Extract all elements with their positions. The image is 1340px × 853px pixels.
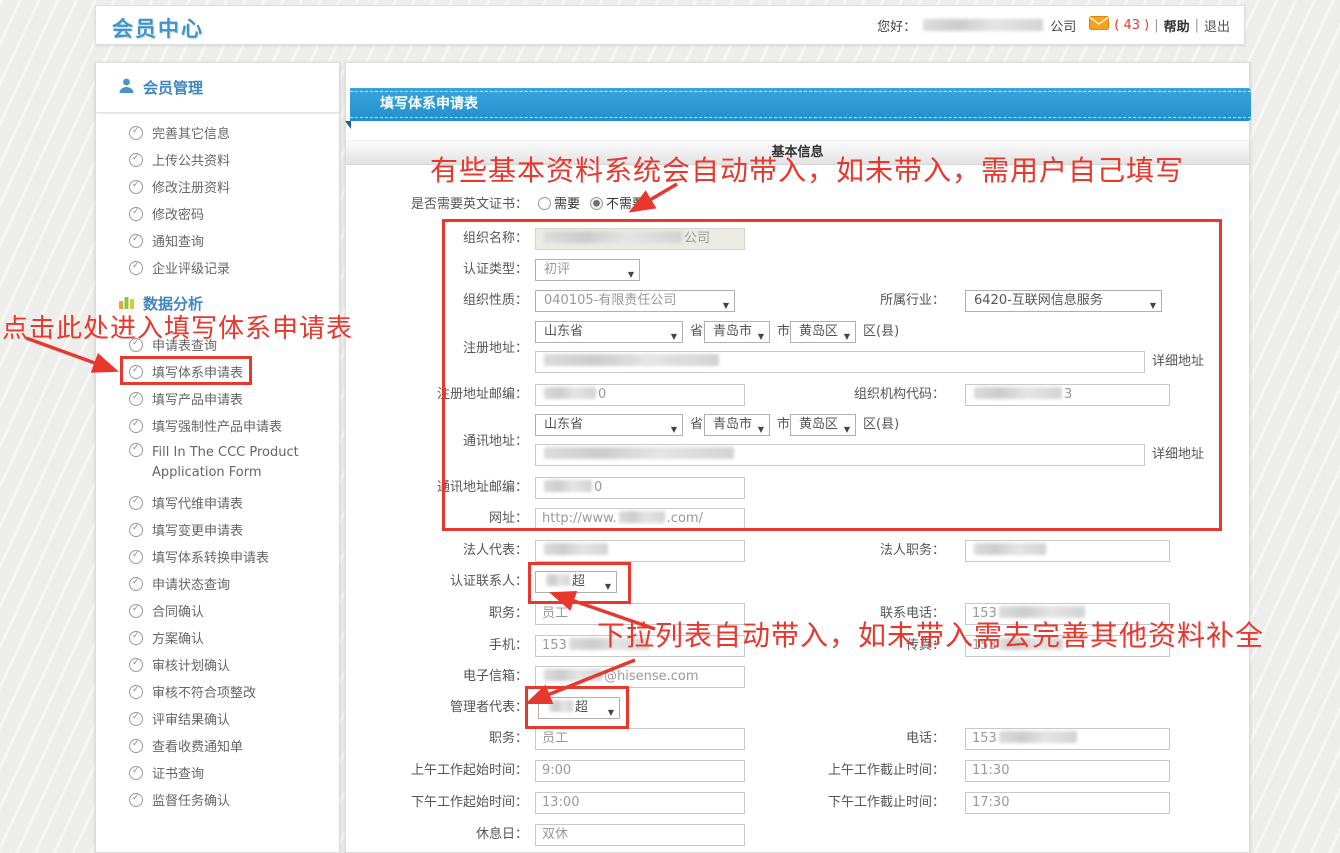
annotation-note-dropdown: 下拉列表自动带入，如未带入需去完善其他资料补全: [597, 614, 1264, 654]
check-circle-icon: [129, 207, 143, 221]
am-end-label: 上午工作截止时间：: [700, 760, 945, 782]
legal-title-input[interactable]: [965, 540, 1170, 562]
pm-end-input[interactable]: 17:30: [965, 792, 1170, 814]
page-banner: 填写体系申请表: [350, 88, 1251, 121]
help-link[interactable]: 帮助: [1164, 16, 1190, 35]
sidebar: 会员管理 完善其它信息 上传公共资料 修改注册资料 修改密码 通知查询 企业评级…: [95, 62, 340, 853]
check-circle-icon: [129, 126, 143, 140]
check-circle-icon: [129, 577, 143, 591]
cert-contact-label: 认证联系人：: [346, 571, 528, 593]
check-circle-icon: [129, 550, 143, 564]
check-circle-icon: [129, 392, 143, 406]
manager-rep-label: 管理者代表：: [346, 697, 528, 719]
english-cert-label: 是否需要英文证书：: [346, 194, 528, 216]
radio-need[interactable]: [538, 197, 551, 210]
sidebar-item-fee-notice[interactable]: 查看收费通知单: [96, 732, 339, 759]
top-header: 会员中心 您好： 公司 ( 43 ) | 帮助 | 退出: [95, 5, 1245, 45]
company-suffix: 公司: [1050, 16, 1076, 35]
radio-need-label: 需要: [554, 197, 580, 212]
check-circle-icon: [129, 419, 143, 433]
sidebar-section-member: 会员管理: [96, 63, 339, 113]
contact-title-label: 职务：: [346, 603, 528, 625]
mail-count-badge[interactable]: ( 43 ): [1114, 18, 1149, 33]
greeting-prefix: 您好：: [877, 16, 916, 35]
check-circle-icon: [129, 631, 143, 645]
sidebar-item-review-result-confirm[interactable]: 评审结果确认: [96, 705, 339, 732]
sidebar-item-upload-public-data[interactable]: 上传公共资料: [96, 146, 339, 173]
legal-rep-label: 法人代表：: [346, 540, 528, 562]
sidebar-item-rating-record[interactable]: 企业评级记录: [96, 254, 339, 281]
redacted-company-name: [923, 19, 1043, 31]
mobile-label: 手机：: [346, 635, 528, 657]
sidebar-item-certificate-query[interactable]: 证书查询: [96, 759, 339, 786]
rest-day-input[interactable]: 双休: [535, 824, 745, 846]
annotation-arrow-cert-contact: [540, 583, 665, 638]
manager-title-label: 职务：: [346, 728, 528, 750]
sidebar-item-system-transfer-form[interactable]: 填写体系转换申请表: [96, 543, 339, 570]
sidebar-section-title: 会员管理: [143, 77, 203, 98]
check-circle-icon: [129, 180, 143, 194]
manager-phone-input[interactable]: 153: [965, 728, 1170, 750]
check-circle-icon: [129, 604, 143, 618]
header-user-area: 您好： 公司 ( 43 ) | 帮助 | 退出: [877, 6, 1230, 44]
check-circle-icon: [129, 496, 143, 510]
redacted-text: [999, 731, 1077, 743]
separator: |: [1195, 18, 1199, 33]
am-end-input[interactable]: 11:30: [965, 760, 1170, 782]
sidebar-item-notice-query[interactable]: 通知查询: [96, 227, 339, 254]
banner-fold: [345, 121, 351, 129]
sidebar-menu-data: 申请表查询 填写体系申请表 填写产品申请表 填写强制性产品申请表 Fill In…: [96, 331, 339, 813]
email-label: 电子信箱：: [346, 666, 528, 688]
radio-no-need[interactable]: [590, 197, 603, 210]
sidebar-item-product-application-form[interactable]: 填写产品申请表: [96, 385, 339, 412]
page-root: 会员中心 您好： 公司 ( 43 ) | 帮助 | 退出 会员管理 完善其它信息 …: [0, 0, 1340, 853]
manager-phone-label: 电话：: [700, 728, 945, 750]
check-circle-icon: [129, 685, 143, 699]
sidebar-item-plan-confirm[interactable]: 方案确认: [96, 624, 339, 651]
check-circle-icon: [129, 523, 143, 537]
rest-day-label: 休息日：: [346, 824, 528, 846]
person-icon: [118, 77, 135, 98]
annotation-note-top: 有些基本资料系统会自动带入，如未带入，需用户自己填写: [430, 149, 1184, 189]
check-circle-icon: [129, 153, 143, 167]
sidebar-item-maintenance-form[interactable]: 填写代维申请表: [96, 489, 339, 516]
redacted-text: [974, 543, 1046, 555]
sidebar-item-application-status[interactable]: 申请状态查询: [96, 570, 339, 597]
sidebar-item-nonconformity-fix[interactable]: 审核不符合项整改: [96, 678, 339, 705]
sidebar-item-ccc-english-form[interactable]: Fill In The CCC Product Application Form: [96, 439, 339, 489]
check-circle-icon: [129, 766, 143, 780]
sidebar-item-change-password[interactable]: 修改密码: [96, 200, 339, 227]
page-title: 填写体系申请表: [380, 88, 478, 121]
annotation-arrow-sidebar: [18, 330, 128, 380]
sidebar-item-audit-plan-confirm[interactable]: 审核计划确认: [96, 651, 339, 678]
sidebar-item-complete-other-info[interactable]: 完善其它信息: [96, 119, 339, 146]
banner-dashed-line: [350, 91, 1251, 118]
logout-link[interactable]: 退出: [1204, 16, 1230, 35]
sidebar-item-contract-confirm[interactable]: 合同确认: [96, 597, 339, 624]
app-logo: 会员中心: [112, 13, 204, 43]
check-circle-icon: [129, 739, 143, 753]
am-start-label: 上午工作起始时间：: [346, 760, 528, 782]
sidebar-menu-member: 完善其它信息 上传公共资料 修改注册资料 修改密码 通知查询 企业评级记录: [96, 119, 339, 281]
pm-end-label: 下午工作截止时间：: [700, 792, 945, 814]
check-circle-icon: [129, 261, 143, 275]
separator: |: [1154, 18, 1158, 33]
legal-title-label: 法人职务：: [700, 540, 945, 562]
annotation-box-basic-info: [442, 219, 1222, 531]
check-circle-icon: [129, 712, 143, 726]
sidebar-item-supervision-task[interactable]: 监督任务确认: [96, 786, 339, 813]
check-circle-icon: [129, 658, 143, 672]
annotation-arrow-manager-rep: [515, 650, 645, 712]
sidebar-item-change-form[interactable]: 填写变更申请表: [96, 516, 339, 543]
pm-start-label: 下午工作起始时间：: [346, 792, 528, 814]
check-circle-icon: [129, 234, 143, 248]
check-circle-icon: [129, 443, 143, 457]
check-circle-icon: [129, 793, 143, 807]
annotation-box-sidebar-item: [120, 356, 252, 385]
redacted-text: [544, 543, 608, 555]
sidebar-item-ccc-mandatory-form[interactable]: 填写强制性产品申请表: [96, 412, 339, 439]
sidebar-item-edit-registration[interactable]: 修改注册资料: [96, 173, 339, 200]
annotation-arrow-top: [615, 176, 685, 221]
envelope-icon[interactable]: [1089, 16, 1109, 34]
